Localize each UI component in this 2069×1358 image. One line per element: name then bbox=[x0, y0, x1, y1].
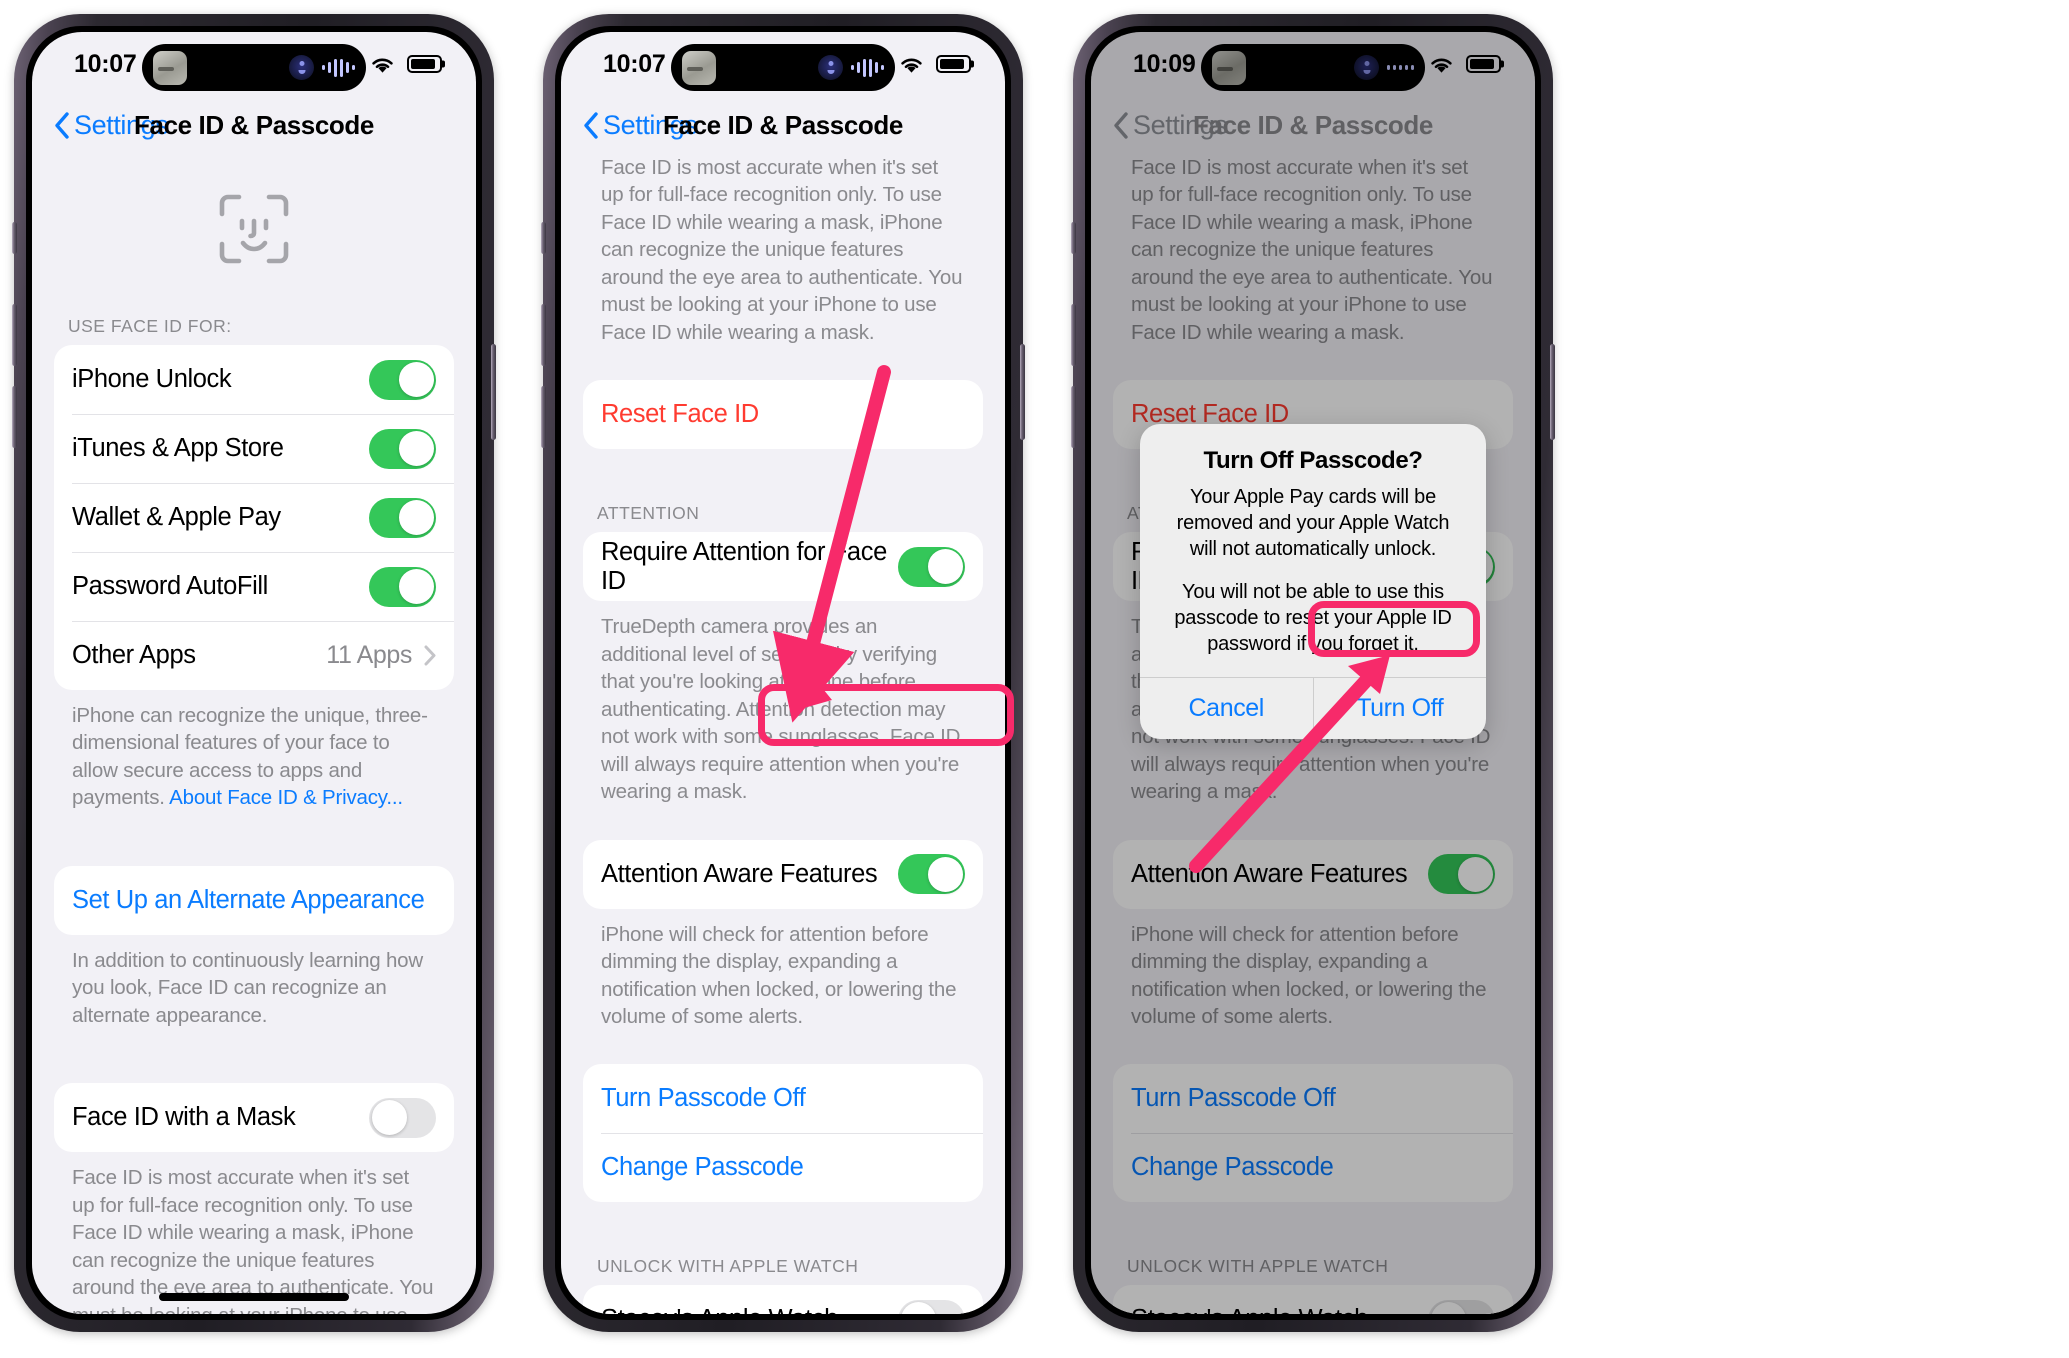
arrow-to-turn-off-button bbox=[1189, 655, 1390, 873]
tutorial-screenshot: 10:07 Settings Face ID & Passcode USE FA… bbox=[0, 0, 2069, 1358]
